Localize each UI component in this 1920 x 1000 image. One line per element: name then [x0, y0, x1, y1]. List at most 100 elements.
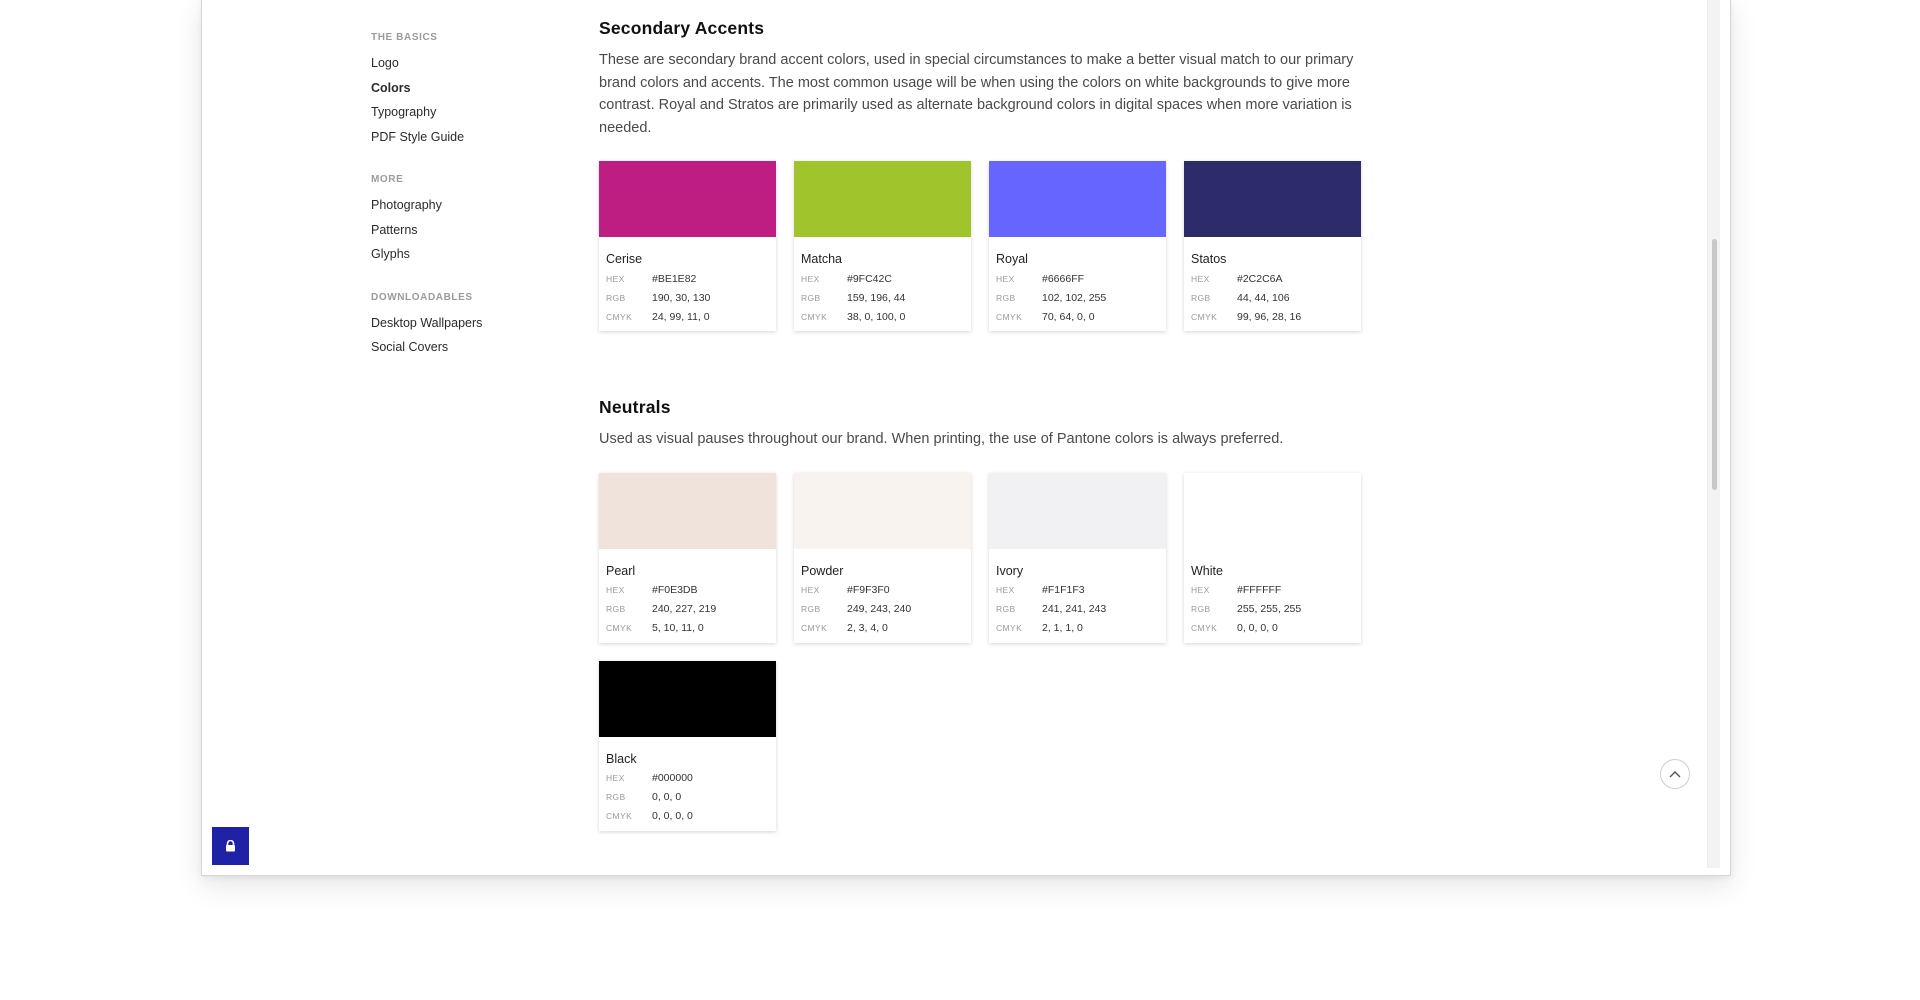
section-description: Used as visual pauses throughout our bra… — [599, 431, 1284, 447]
swatch-cmyk-row: CMYK 99, 96, 28, 16 — [1191, 307, 1354, 326]
swatch-hex-row: HEX #F1F1F3 — [996, 581, 1159, 600]
swatch-rgb-value: 102, 102, 255 — [1042, 291, 1107, 304]
swatch-grid: Cerise HEX #BE1E82 RGB 190, 30, 130 CMYK 24, 9… — [599, 161, 1399, 332]
swatch-hex-row: HEX #F9F3F0 — [801, 581, 964, 600]
swatch-hex-value: #000000 — [652, 772, 693, 785]
color-chip — [599, 161, 776, 238]
swatch-rgb-label: RGB — [801, 292, 821, 303]
color-chip — [599, 660, 776, 737]
swatch-hex-row: HEX #000000 — [606, 769, 769, 788]
sidebar-item-glyphs[interactable]: Glyphs — [371, 245, 571, 270]
swatch-hex-row: HEX #9FC42C — [801, 269, 964, 288]
color-swatch-card[interactable]: Royal HEX #6666FF RGB 102, 102, 255 CMYK 70, 6… — [989, 161, 1166, 332]
scrollbar-thumb[interactable] — [1712, 239, 1717, 490]
swatch-cmyk-row: CMYK 5, 10, 11, 0 — [606, 619, 769, 638]
color-chip — [794, 161, 971, 238]
sidebar-item-logo[interactable]: Logo — [371, 54, 571, 79]
swatch-name: Powder — [801, 563, 844, 578]
swatch-rgb-value: 249, 243, 240 — [847, 603, 912, 616]
swatch-hex-value: #9FC42C — [847, 272, 892, 285]
swatch-info: Ivory HEX #F1F1F3 RGB 241, 241, 243 CMYK 2, 1,… — [989, 549, 1166, 638]
swatch-grid: Pearl HEX #F0E3DB RGB 240, 227, 219 CMYK 5, 10… — [599, 472, 1399, 831]
swatch-info: Black HEX #000000 RGB 0, 0, 0 CMYK 0, 0, 0, 0 — [599, 737, 776, 826]
swatch-rgb-label: RGB — [1191, 292, 1211, 303]
sidebar-item-desktop-wallpapers[interactable]: Desktop Wallpapers — [371, 314, 571, 339]
swatch-hex-row: HEX #F0E3DB — [606, 581, 769, 600]
sidebar-item-pdf-style-guide[interactable]: PDF Style Guide — [371, 128, 571, 153]
swatch-hex-label: HEX — [606, 585, 625, 596]
sidebar-item-typography[interactable]: Typography — [371, 103, 571, 128]
swatch-info: Matcha HEX #9FC42C RGB 159, 196, 44 CMYK 38, 0… — [794, 237, 971, 326]
swatch-hex-value: #F9F3F0 — [847, 584, 890, 597]
sidebar-item-colors[interactable]: Colors — [371, 79, 571, 104]
swatch-rgb-row: RGB 102, 102, 255 — [996, 288, 1159, 307]
color-swatch-card[interactable]: Matcha HEX #9FC42C RGB 159, 196, 44 CMYK 38, 0… — [794, 161, 971, 332]
swatch-name: Cerise — [606, 252, 643, 267]
color-swatch-card[interactable]: Powder HEX #F9F3F0 RGB 249, 243, 240 CMYK 2, 3… — [794, 472, 971, 643]
sidebar-group-downloadables: DOWNLOADABLES Desktop Wallpapers Social … — [371, 292, 571, 363]
swatch-hex-row: HEX #6666FF — [996, 269, 1159, 288]
swatch-hex-label: HEX — [801, 585, 820, 596]
swatch-info: Powder HEX #F9F3F0 RGB 249, 243, 240 CMYK 2, 3… — [794, 549, 971, 638]
vertical-scrollbar[interactable] — [1707, 0, 1720, 868]
sidebar-item-social-covers[interactable]: Social Covers — [371, 338, 571, 363]
swatch-hex-label: HEX — [1191, 585, 1210, 596]
section-description: These are secondary brand accent colors,… — [599, 52, 1354, 136]
swatch-name: Statos — [1191, 252, 1227, 267]
sidebar-heading: THE BASICS — [371, 32, 438, 43]
color-swatch-card[interactable]: Cerise HEX #BE1E82 RGB 190, 30, 130 CMYK 24, 9… — [599, 161, 776, 332]
swatch-hex-label: HEX — [996, 273, 1015, 284]
swatch-rgb-value: 240, 227, 219 — [652, 603, 717, 616]
swatch-cmyk-row: CMYK 38, 0, 100, 0 — [801, 307, 964, 326]
swatch-hex-value: #F1F1F3 — [1042, 584, 1085, 597]
swatch-rgb-value: 44, 44, 106 — [1237, 291, 1290, 304]
swatch-hex-row: HEX #FFFFFF — [1191, 581, 1354, 600]
swatch-rgb-label: RGB — [606, 292, 626, 303]
swatch-cmyk-value: 70, 64, 0, 0 — [1042, 310, 1095, 323]
chevron-up-icon — [1669, 771, 1681, 778]
color-swatch-card[interactable]: Statos HEX #2C2C6A RGB 44, 44, 106 CMYK 99, 96… — [1184, 161, 1361, 332]
section-title: Secondary Accents — [599, 18, 765, 38]
swatch-info: White HEX #FFFFFF RGB 255, 255, 255 CMYK 0, 0,… — [1184, 549, 1361, 638]
swatch-cmyk-label: CMYK — [801, 623, 828, 634]
sidebar-nav: THE BASICS Logo Colors Typography PDF St… — [371, 32, 571, 385]
color-swatch-card[interactable]: Ivory HEX #F1F1F3 RGB 241, 241, 243 CMYK 2, 1,… — [989, 472, 1166, 643]
swatch-hex-value: #FFFFFF — [1237, 584, 1282, 597]
swatch-hex-value: #F0E3DB — [652, 584, 698, 597]
color-chip — [989, 472, 1166, 549]
lock-button[interactable] — [212, 827, 249, 865]
swatch-rgb-label: RGB — [996, 604, 1016, 615]
swatch-cmyk-value: 0, 0, 0, 0 — [652, 810, 693, 823]
color-swatch-card[interactable]: Pearl HEX #F0E3DB RGB 240, 227, 219 CMYK 5, 10… — [599, 472, 776, 643]
color-chip — [1184, 161, 1361, 238]
swatch-cmyk-label: CMYK — [1191, 311, 1218, 322]
swatch-rgb-row: RGB 240, 227, 219 — [606, 600, 769, 619]
sidebar-item-patterns[interactable]: Patterns — [371, 221, 571, 246]
swatch-rgb-row: RGB 241, 241, 243 — [996, 600, 1159, 619]
swatch-rgb-label: RGB — [606, 792, 626, 803]
swatch-cmyk-label: CMYK — [996, 623, 1023, 634]
swatch-cmyk-label: CMYK — [801, 311, 828, 322]
sidebar-group-more: MORE Photography Patterns Glyphs — [371, 174, 571, 270]
sidebar-item-photography[interactable]: Photography — [371, 196, 571, 221]
sidebar-heading: MORE — [371, 174, 404, 185]
swatch-cmyk-row: CMYK 70, 64, 0, 0 — [996, 307, 1159, 326]
swatch-hex-row: HEX #2C2C6A — [1191, 269, 1354, 288]
color-swatch-card[interactable]: White HEX #FFFFFF RGB 255, 255, 255 CMYK 0, 0,… — [1184, 472, 1361, 643]
swatch-rgb-value: 190, 30, 130 — [652, 291, 711, 304]
swatch-cmyk-label: CMYK — [606, 811, 633, 822]
swatch-cmyk-value: 99, 96, 28, 16 — [1237, 310, 1302, 323]
swatch-cmyk-label: CMYK — [606, 311, 633, 322]
swatch-cmyk-value: 2, 3, 4, 0 — [847, 622, 888, 635]
swatch-cmyk-value: 0, 0, 0, 0 — [1237, 622, 1278, 635]
swatch-rgb-value: 0, 0, 0 — [652, 791, 682, 804]
section-title: Neutrals — [599, 397, 671, 417]
color-chip — [1184, 472, 1361, 549]
swatch-cmyk-value: 38, 0, 100, 0 — [847, 310, 906, 323]
swatch-hex-label: HEX — [801, 273, 820, 284]
back-to-top-button[interactable] — [1660, 759, 1690, 789]
swatch-rgb-value: 255, 255, 255 — [1237, 603, 1302, 616]
swatch-cmyk-row: CMYK 2, 1, 1, 0 — [996, 619, 1159, 638]
swatch-hex-label: HEX — [1191, 273, 1210, 284]
color-swatch-card[interactable]: Black HEX #000000 RGB 0, 0, 0 CMYK 0, 0, 0, 0 — [599, 660, 776, 831]
